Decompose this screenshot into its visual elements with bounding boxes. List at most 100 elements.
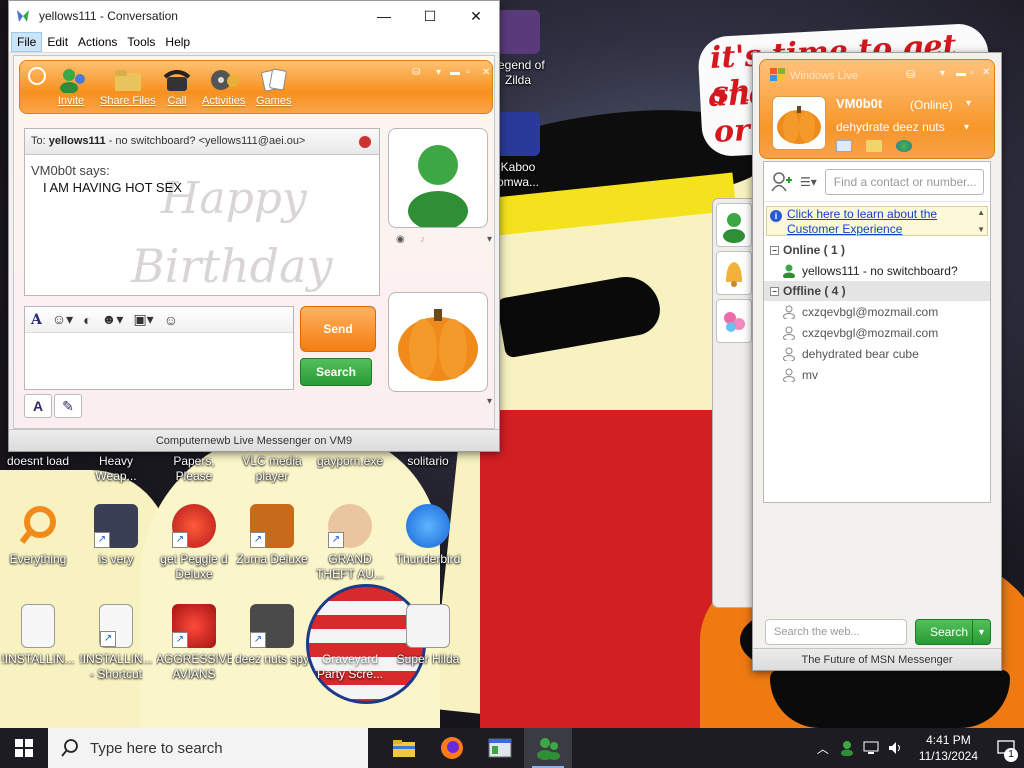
scroll-down-icon[interactable]: ▼	[977, 225, 985, 234]
contact-item[interactable]: yellows111 - no switchboard?	[764, 260, 990, 281]
webcam-icon[interactable]: ◉	[396, 234, 405, 245]
contacts-tab[interactable]	[716, 203, 752, 247]
minimize-small-icon[interactable]: ▬	[450, 67, 460, 78]
activities-button[interactable]: Activities	[202, 67, 245, 107]
taskbar-firefox[interactable]	[428, 728, 476, 768]
alerts-tab[interactable]	[716, 251, 752, 295]
contact-avatar[interactable]	[388, 128, 488, 231]
clock[interactable]: 4:41 PM 11/13/2024	[919, 732, 978, 764]
flowers-tab[interactable]	[716, 299, 752, 343]
collapse-icon[interactable]: −	[770, 286, 779, 296]
contact-search-input[interactable]: Find a contact or number...	[824, 168, 984, 195]
nudge-icon[interactable]: ☺	[164, 312, 178, 328]
taskbar-messenger[interactable]	[524, 728, 572, 768]
desktop-icon-installing[interactable]: !INSTALLIN...	[0, 604, 76, 667]
chevron-down-icon[interactable]: ▾	[487, 396, 492, 407]
minimize-small-icon[interactable]: ▬	[956, 68, 966, 79]
web-search-button[interactable]: Search ▼	[915, 619, 991, 645]
restore-small-icon[interactable]: ▫	[970, 68, 974, 79]
contact-item[interactable]: mv	[764, 364, 990, 385]
mail-icon[interactable]	[836, 140, 852, 152]
notification-center-button[interactable]: 1	[988, 728, 1024, 768]
display-name[interactable]: VM0b0t	[836, 96, 882, 111]
desktop-icon-is-very[interactable]: is very	[78, 504, 154, 567]
chevron-down-icon[interactable]: ▾	[940, 68, 945, 79]
desktop-icon-installing-shortcut[interactable]: !INSTALLIN... - Shortcut	[78, 604, 154, 682]
scroll-up-icon[interactable]: ▲	[977, 208, 985, 217]
taskbar-file-explorer[interactable]	[380, 728, 428, 768]
contact-item[interactable]: dehydrated bear cube	[764, 343, 990, 364]
handwriting-mode-tab[interactable]: ✎	[54, 394, 82, 418]
customer-experience-link[interactable]: Click here to learn about the Customer Ex…	[787, 207, 969, 237]
network-icon[interactable]	[863, 740, 879, 756]
volume-icon[interactable]	[887, 740, 903, 756]
profile-picture[interactable]	[772, 96, 826, 150]
menu-circle-icon[interactable]	[28, 67, 46, 85]
desktop-icon-aggressive-avians[interactable]: AGGRESSIVE AVIANS	[156, 604, 232, 682]
send-button[interactable]: Send	[300, 306, 376, 352]
status-dropdown-icon[interactable]: ▾	[966, 98, 971, 109]
own-avatar-controls[interactable]: ▾	[392, 396, 492, 416]
add-contact-icon[interactable]	[770, 171, 792, 192]
start-button[interactable]	[0, 728, 48, 768]
call-button[interactable]: Call	[162, 67, 192, 107]
collapse-icon[interactable]: −	[770, 245, 779, 255]
personal-message[interactable]: dehydrate deez nuts	[836, 120, 945, 134]
desktop-icon-papers-please[interactable]: Papers, Please	[156, 454, 232, 484]
desktop-icon-everything[interactable]: Everything	[0, 504, 76, 567]
desktop-icon-gayporn[interactable]: gayporn.exe	[312, 454, 388, 469]
close-button[interactable]: ✕	[453, 1, 499, 31]
conversation-titlebar[interactable]: yellows111 - Conversation — ☐ ✕	[9, 1, 499, 31]
spaces-icon[interactable]	[866, 140, 882, 152]
desktop-icon-gta[interactable]: GRAND THEFT AU...	[312, 504, 388, 582]
font-icon[interactable]: A	[31, 312, 42, 328]
wink-icon[interactable]: ☻▾	[102, 311, 124, 328]
web-search-input[interactable]: Search the web...	[765, 619, 907, 645]
desktop-icon-heavy-weapon[interactable]: Heavy Weap...	[78, 454, 154, 484]
desktop-icon-vlc[interactable]: VLC media player	[234, 454, 310, 484]
text-mode-tab[interactable]: A	[24, 394, 52, 418]
minimize-button[interactable]: —	[361, 1, 407, 31]
voice-clip-icon[interactable]: ◐	[83, 312, 91, 328]
msn-tray-icon[interactable]	[839, 740, 855, 756]
chevron-up-icon[interactable]: ︿	[817, 740, 829, 757]
online-status[interactable]: (Online)	[910, 98, 953, 112]
search-button[interactable]: Search	[300, 358, 372, 386]
list-options-icon[interactable]: ☰▾	[800, 175, 817, 189]
contact-item[interactable]: cxzqevbgl@mozmail.com	[764, 301, 990, 322]
close-small-icon[interactable]: ✕	[482, 67, 490, 78]
globe-icon[interactable]	[896, 140, 912, 152]
emoticon-icon[interactable]: ☺▾	[52, 311, 73, 328]
paint-bucket-icon[interactable]: ⛁	[412, 67, 420, 78]
desktop-icon-solitario[interactable]: solitario	[390, 454, 466, 469]
message-input-area[interactable]: A ☺▾ ◐ ☻▾ ▣▾ ☺	[24, 306, 294, 390]
chevron-down-icon[interactable]: ▼	[972, 620, 990, 644]
taskbar-search-box[interactable]: Type here to search	[48, 728, 368, 768]
share-files-button[interactable]: Share Files	[100, 67, 156, 107]
menu-edit[interactable]: Edit	[42, 33, 73, 51]
invite-button[interactable]: Invite	[56, 67, 86, 107]
online-group-header[interactable]: − Online ( 1 )	[764, 240, 990, 260]
offline-group-header[interactable]: − Offline ( 4 )	[764, 281, 990, 301]
background-icon[interactable]: ▣▾	[133, 311, 153, 328]
desktop-icon-thunderbird[interactable]: Thunderbird	[390, 504, 466, 567]
contact-avatar-controls[interactable]: ◉ ♪ ▾	[392, 234, 492, 254]
menu-help[interactable]: Help	[160, 33, 195, 51]
desktop-icon-super-hilda[interactable]: Super Hilda	[390, 604, 466, 667]
close-small-icon[interactable]: ✕	[982, 67, 990, 78]
chevron-down-icon[interactable]: ▾	[436, 67, 441, 78]
menu-actions[interactable]: Actions	[73, 33, 122, 51]
desktop-icon-deez-nuts-spy[interactable]: deez nuts spy	[234, 604, 310, 667]
menu-tools[interactable]: Tools	[122, 33, 160, 51]
block-icon[interactable]	[357, 134, 373, 150]
own-avatar[interactable]	[388, 292, 488, 392]
restore-small-icon[interactable]: ▫	[466, 67, 470, 78]
desktop-icon-doesnt-load[interactable]: doesnt load	[0, 454, 76, 469]
paint-bucket-icon[interactable]: ⛁	[906, 68, 915, 81]
taskbar-app-window[interactable]	[476, 728, 524, 768]
maximize-button[interactable]: ☐	[407, 1, 453, 31]
psm-dropdown-icon[interactable]: ▾	[964, 122, 969, 133]
contact-item[interactable]: cxzqevbgl@mozmail.com	[764, 322, 990, 343]
desktop-icon-peggle[interactable]: get Peggle d Deluxe	[156, 504, 232, 582]
games-button[interactable]: Games	[256, 67, 291, 107]
